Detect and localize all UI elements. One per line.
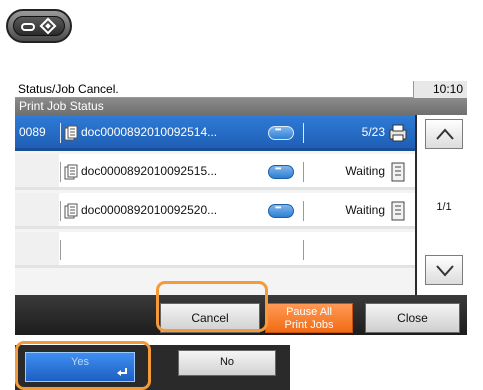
waiting-queue-icon	[391, 201, 405, 221]
close-button[interactable]: Close	[365, 303, 460, 333]
job-row[interactable]: doc0000892010092520... Waiting	[15, 193, 415, 229]
cancel-highlight	[156, 281, 268, 332]
scroll-down-button[interactable]	[425, 255, 463, 285]
yes-highlight	[15, 341, 151, 390]
scroll-panel: 1/1	[417, 115, 467, 295]
scroll-up-icon	[436, 128, 454, 140]
details-icon[interactable]	[268, 164, 294, 179]
details-icon[interactable]	[268, 125, 294, 140]
job-status: Waiting	[345, 164, 385, 178]
no-button[interactable]: No	[178, 350, 276, 376]
job-row[interactable]: doc0000892010092515... Waiting	[15, 154, 415, 190]
pause-all-print-jobs-button[interactable]: Pause All Print Jobs	[265, 303, 353, 333]
job-name: doc0000892010092520...	[81, 203, 218, 217]
title-bar: Status/Job Cancel. 10:10	[15, 81, 467, 98]
job-status: 5/23	[361, 125, 385, 139]
details-icon[interactable]	[268, 203, 294, 218]
printing-icon	[389, 124, 407, 142]
job-name: doc0000892010092515...	[81, 164, 218, 178]
document-stack-icon	[64, 125, 78, 141]
pause-label-line1: Pause All	[286, 306, 332, 318]
document-stack-icon	[64, 164, 78, 180]
status-job-cancel-key[interactable]	[6, 9, 72, 43]
clock: 10:10	[413, 81, 467, 98]
empty-row	[15, 232, 415, 268]
job-name: doc0000892010092514...	[81, 125, 218, 139]
page-indicator: 1/1	[436, 201, 452, 213]
status-job-cancel-key-icon	[13, 16, 65, 36]
scroll-up-button[interactable]	[425, 119, 463, 149]
document-stack-icon	[64, 203, 78, 219]
scroll-down-icon	[436, 265, 454, 277]
screen-title: Status/Job Cancel.	[18, 82, 119, 96]
subtitle-bar: Print Job Status	[15, 98, 467, 115]
job-status: Waiting	[345, 203, 385, 217]
job-list: 0089 doc0000892010092514... 5/23	[15, 115, 415, 295]
job-number: 0089	[19, 125, 46, 139]
job-row[interactable]: 0089 doc0000892010092514... 5/23	[15, 115, 415, 151]
pause-label-line2: Print Jobs	[284, 319, 334, 331]
screen-subtitle: Print Job Status	[19, 99, 104, 113]
waiting-queue-icon	[391, 162, 405, 182]
